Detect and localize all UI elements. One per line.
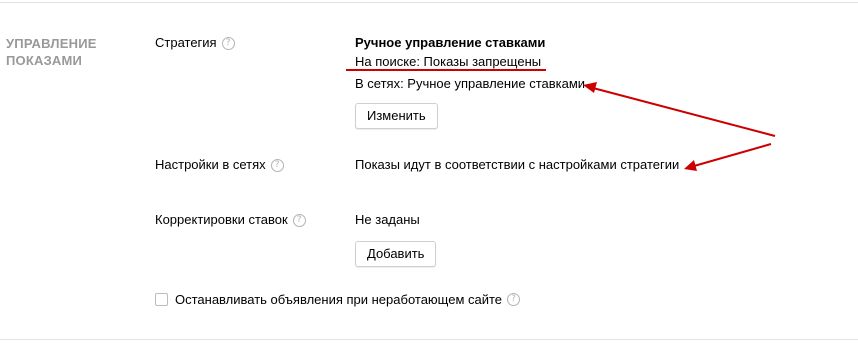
bid-adjustments-help-icon[interactable]: ? <box>292 213 306 227</box>
bid-adjustments-label: Корректировки ставок <box>155 212 288 227</box>
section-title: УПРАВЛЕНИЕ ПОКАЗАМИ <box>6 36 97 68</box>
network-settings-label-row: Настройки в сетях ? <box>155 157 284 173</box>
strategy-label-row: Стратегия ? <box>155 35 235 51</box>
annotation-arrow-line-1 <box>592 87 776 137</box>
network-settings-label: Настройки в сетях <box>155 157 266 172</box>
strategy-name: Ручное управление ставками <box>355 35 546 50</box>
change-strategy-button[interactable]: Изменить <box>355 103 438 129</box>
bid-adjustments-value: Не заданы <box>355 212 420 227</box>
bottom-divider <box>0 339 858 340</box>
strategy-search: На поиске: Показы запрещены <box>355 54 542 69</box>
stop-ads-label[interactable]: Останавливать объявления при неработающе… <box>175 292 502 307</box>
stop-ads-checkbox[interactable] <box>155 293 168 306</box>
network-settings-help-icon[interactable]: ? <box>270 158 284 172</box>
strategy-label: Стратегия <box>155 35 217 50</box>
bid-adjustments-label-row: Корректировки ставок ? <box>155 212 306 228</box>
annotation-arrowhead-2 <box>684 160 697 171</box>
annotation-arrow-line-2 <box>693 143 772 167</box>
network-settings-value: Показы идут в соответствии с настройками… <box>355 157 680 172</box>
annotation-arrowhead-1 <box>583 82 597 93</box>
stop-ads-help-icon[interactable]: ? <box>507 293 521 306</box>
strategy-help-icon[interactable]: ? <box>221 36 235 50</box>
top-divider <box>0 2 858 3</box>
stop-ads-row[interactable]: Останавливать объявления при неработающе… <box>155 292 521 307</box>
add-bid-adjustment-button[interactable]: Добавить <box>355 241 437 267</box>
strategy-networks: В сетях: Ручное управление ставками <box>355 76 586 91</box>
